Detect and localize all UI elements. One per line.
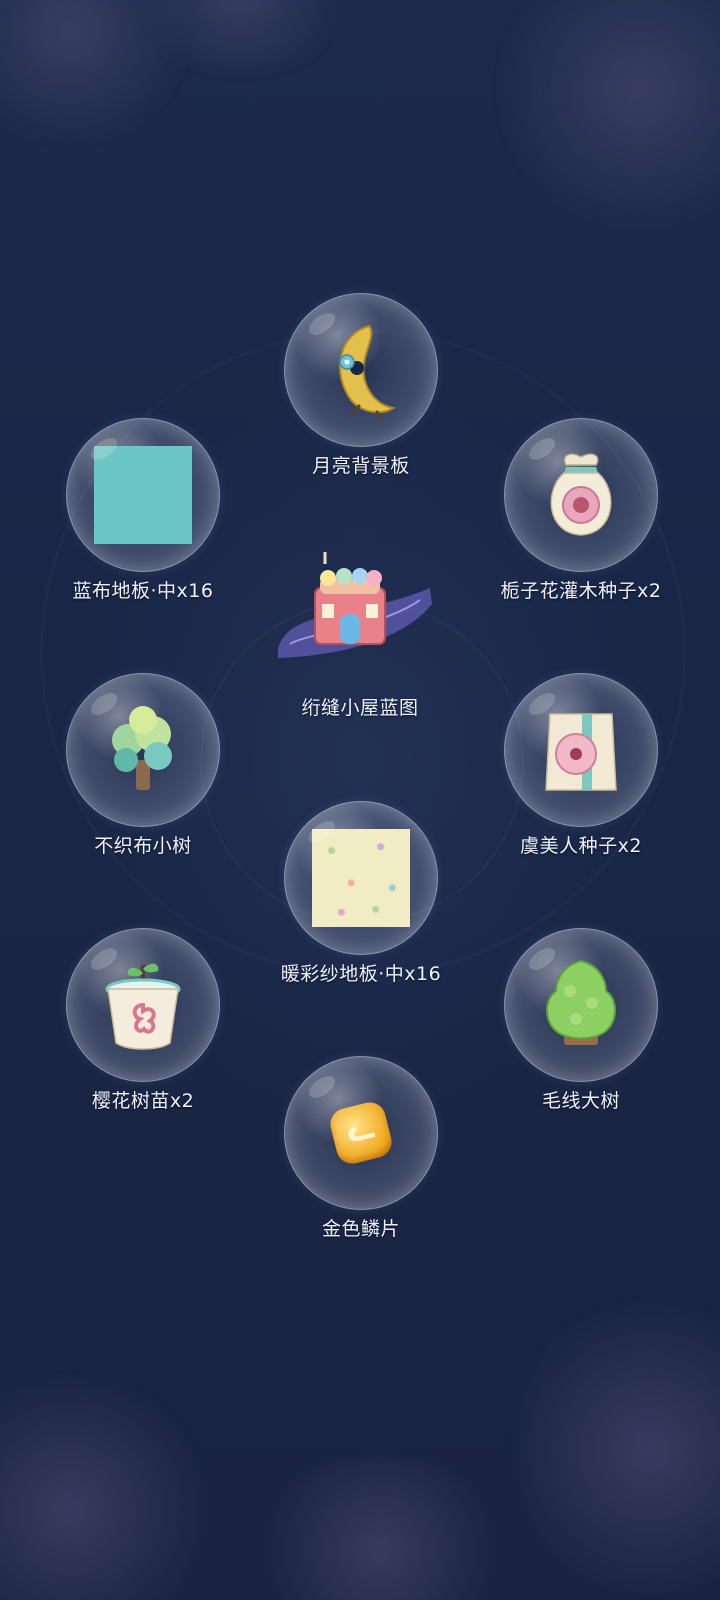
reward-bubble [504, 418, 658, 572]
item-label: 绗缝小屋蓝图 [301, 697, 419, 719]
reward-scene: 月亮背景板 蓝布地板·中x16 栀子花灌木种子x2 绗缝小屋蓝图 不织布小树 虞… [0, 0, 720, 1600]
item-label: 樱花树苗x2 [91, 1090, 195, 1112]
reward-item-golden-scale[interactable]: ᓚ 金色鳞片 [261, 1056, 461, 1241]
cloud-decoration [520, 1280, 720, 1600]
reward-item-poppy-seeds[interactable]: 虞美人种子x2 [481, 673, 681, 858]
cloud-decoration [0, 1380, 220, 1600]
reward-item-blue-cloth-floor[interactable]: 蓝布地板·中x16 [43, 418, 243, 603]
reward-item-felt-tree[interactable]: 不织布小树 [43, 673, 243, 858]
felt-tree-icon [112, 706, 172, 790]
reward-item-cherry-sapling[interactable]: 樱花树苗x2 [43, 928, 243, 1113]
poppy-seed-packet-icon [545, 713, 617, 791]
item-label: 虞美人种子x2 [520, 835, 642, 857]
reward-item-warm-gauze-floor[interactable]: 暖彩纱地板·中x16 [261, 801, 461, 986]
item-label: 金色鳞片 [321, 1218, 400, 1240]
blue-cloth-floor-icon [94, 446, 192, 544]
item-label: 毛线大树 [541, 1090, 620, 1112]
reward-item-gardenia-seeds[interactable]: 栀子花灌木种子x2 [481, 418, 681, 603]
item-label: 不织布小树 [94, 835, 192, 857]
reward-bubble [504, 928, 658, 1082]
reward-bubble [504, 673, 658, 827]
reward-bubble [66, 418, 220, 572]
reward-item-yarn-big-tree[interactable]: 毛线大树 [481, 928, 681, 1113]
reward-bubble: ᓚ [284, 1056, 438, 1210]
yarn-big-tree-icon [546, 959, 616, 1045]
item-label: 蓝布地板·中x16 [72, 580, 214, 602]
item-label: 暖彩纱地板·中x16 [280, 963, 442, 985]
gardenia-seed-bag-icon [550, 453, 612, 536]
cherry-sapling-icon [105, 963, 181, 1050]
reward-item-quilted-cottage-blueprint[interactable] [270, 548, 440, 668]
reward-bubble [284, 801, 438, 955]
cloud-decoration [240, 1460, 520, 1600]
item-label: 月亮背景板 [312, 455, 410, 477]
cloud-decoration [500, 0, 720, 240]
item-label: 栀子花灌木种子x2 [500, 580, 662, 602]
warm-gauze-floor-icon [312, 829, 410, 927]
golden-scale-icon: ᓚ [327, 1099, 395, 1167]
quilted-cottage-blueprint-icon [278, 552, 432, 658]
reward-bubble [66, 928, 220, 1082]
reward-item-moon-backdrop[interactable]: 月亮背景板 [261, 293, 461, 478]
reward-bubble [284, 293, 438, 447]
reward-bubble [66, 673, 220, 827]
moon-backdrop-icon [339, 324, 396, 420]
